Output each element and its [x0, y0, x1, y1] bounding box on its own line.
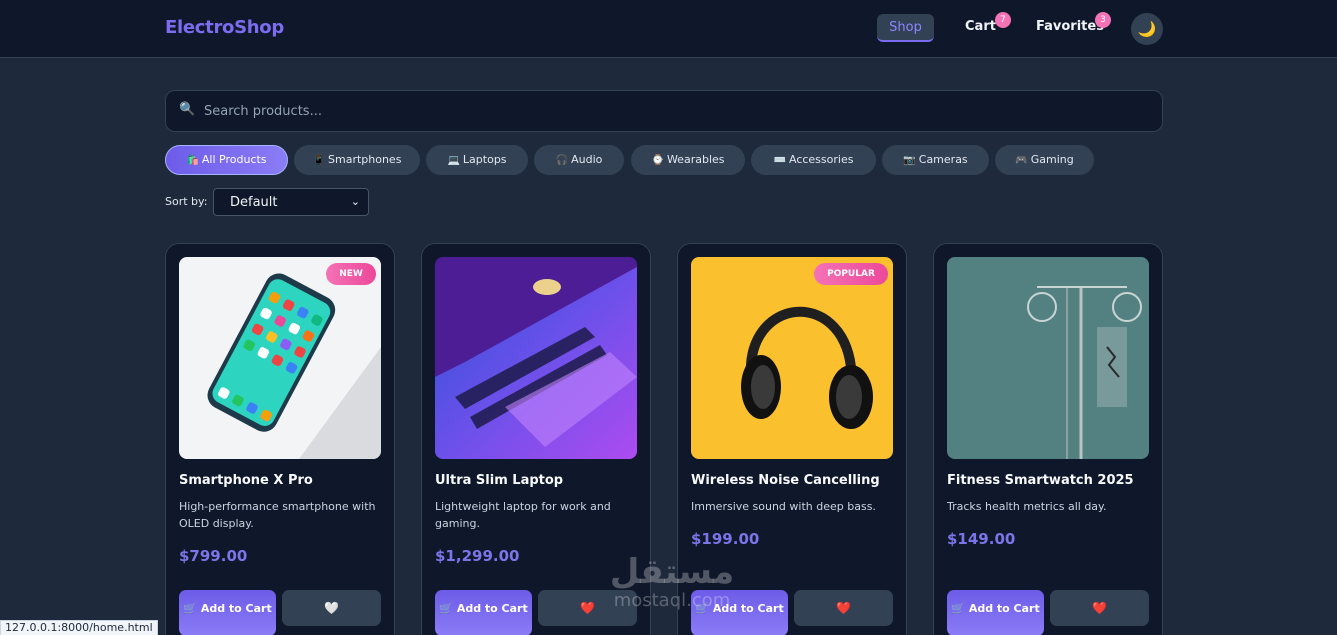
category-label: Smartphones — [328, 153, 402, 166]
cart-icon: 🛒 — [183, 602, 197, 615]
product-title[interactable]: Wireless Noise Cancelling — [691, 473, 880, 488]
product-card: POPULAR Wireless Noise Cancelling Immers… — [677, 243, 907, 635]
browser-status-url: 127.0.0.1:8000/home.html — [0, 620, 158, 635]
cart-icon: 🛒 — [439, 602, 453, 615]
add-to-cart-button[interactable]: 🛒 Add to Cart — [435, 590, 532, 635]
cart-count-badge: 7 — [995, 12, 1011, 28]
add-to-cart-button[interactable]: 🛒 Add to Cart — [691, 590, 788, 635]
category-label: Laptops — [462, 153, 507, 166]
category-label: Accessories — [788, 153, 854, 166]
laptop-icon: 💻 — [447, 155, 460, 166]
sort-select[interactable]: Default ⌄ — [213, 188, 369, 216]
product-card: Ultra Slim Laptop Lightweight laptop for… — [421, 243, 651, 635]
chevron-down-icon: ⌄ — [350, 195, 360, 208]
product-image-headphones[interactable] — [691, 257, 893, 459]
cart-icon: 🛒 — [951, 602, 965, 615]
add-to-cart-label: Add to Cart — [456, 602, 528, 615]
category-chip-smartphones[interactable]: 📱 Smartphones — [294, 145, 420, 175]
phone-icon: 📱 — [312, 155, 325, 166]
add-to-cart-label: Add to Cart — [712, 602, 784, 615]
moon-icon: 🌙 — [1137, 20, 1157, 38]
product-price: $149.00 — [947, 530, 1016, 548]
sort-label: Sort by: — [165, 195, 208, 208]
product-price: $799.00 — [179, 547, 248, 565]
new-badge: NEW — [326, 263, 376, 285]
product-title[interactable]: Ultra Slim Laptop — [435, 473, 563, 488]
category-chip-wearables[interactable]: ⌚ Wearables — [631, 145, 745, 175]
product-image-smartphone[interactable] — [179, 257, 381, 459]
category-label: Gaming — [1030, 153, 1074, 166]
category-chip-laptops[interactable]: 💻 Laptops — [426, 145, 528, 175]
favorite-button[interactable]: 🤍 — [282, 590, 381, 626]
category-label: Audio — [571, 153, 603, 166]
product-title[interactable]: Smartphone X Pro — [179, 473, 313, 488]
product-image-laptop[interactable] — [435, 257, 637, 459]
top-navbar: ElectroShop Shop Cart 7 Favorites 3 🌙 — [0, 0, 1337, 58]
add-to-cart-label: Add to Cart — [968, 602, 1040, 615]
category-chip-accessories[interactable]: ⌨️ Accessories — [751, 145, 876, 175]
category-label: All Products — [201, 153, 267, 166]
category-chip-audio[interactable]: 🎧 Audio — [534, 145, 624, 175]
camera-icon: 📷 — [903, 155, 916, 166]
category-chip-gaming[interactable]: 🎮 Gaming — [995, 145, 1094, 175]
favorite-button[interactable]: ❤️ — [794, 590, 893, 626]
watch-icon: ⌚ — [651, 155, 664, 166]
product-description: High-performance smartphone with OLED di… — [179, 500, 376, 530]
product-description: Immersive sound with deep bass. — [691, 500, 876, 513]
search-bar: 🔍 — [165, 90, 1163, 132]
category-label: Cameras — [918, 153, 968, 166]
product-description: Lightweight laptop for work and gaming. — [435, 500, 611, 530]
gamepad-icon: 🎮 — [1015, 155, 1028, 166]
shopping-bags-icon: 🛍️ — [186, 155, 199, 166]
keyboard-icon: ⌨️ — [773, 155, 786, 166]
brand-logo[interactable]: ElectroShop — [165, 17, 284, 38]
category-chip-cameras[interactable]: 📷 Cameras — [882, 145, 989, 175]
product-card: Fitness Smartwatch 2025 Tracks health me… — [933, 243, 1163, 635]
nav-shop-link[interactable]: Shop — [877, 14, 934, 42]
favorites-count-badge: 3 — [1095, 12, 1111, 28]
search-icon: 🔍 — [179, 102, 196, 117]
nav-favorites-link[interactable]: Favorites — [1036, 19, 1104, 34]
add-to-cart-button[interactable]: 🛒 Add to Cart — [947, 590, 1044, 635]
search-input[interactable] — [204, 100, 1104, 122]
heart-icon: ❤️ — [1092, 601, 1107, 615]
product-description: Tracks health metrics all day. — [947, 500, 1107, 513]
heart-icon: ❤️ — [580, 601, 595, 615]
sort-selected-value: Default — [230, 195, 278, 210]
favorite-button[interactable]: ❤️ — [538, 590, 637, 626]
heart-icon: ❤️ — [836, 601, 851, 615]
cart-icon: 🛒 — [695, 602, 709, 615]
headphones-icon: 🎧 — [555, 155, 569, 166]
product-title[interactable]: Fitness Smartwatch 2025 — [947, 473, 1134, 488]
product-image-smartwatch[interactable] — [947, 257, 1149, 459]
product-price: $1,299.00 — [435, 547, 520, 565]
nav-cart-link[interactable]: Cart — [965, 19, 996, 34]
category-label: Wearables — [666, 153, 725, 166]
popular-badge: POPULAR — [814, 263, 888, 285]
theme-toggle-button[interactable]: 🌙 — [1131, 13, 1163, 45]
favorite-button[interactable]: ❤️ — [1050, 590, 1149, 626]
category-chip-all-products[interactable]: 🛍️ All Products — [165, 145, 288, 175]
add-to-cart-button[interactable]: 🛒 Add to Cart — [179, 590, 276, 635]
product-price: $199.00 — [691, 530, 760, 548]
heart-outline-icon: 🤍 — [324, 601, 339, 615]
add-to-cart-label: Add to Cart — [200, 602, 272, 615]
product-card: NEW Smartphone X Pro High-performance sm… — [165, 243, 395, 635]
